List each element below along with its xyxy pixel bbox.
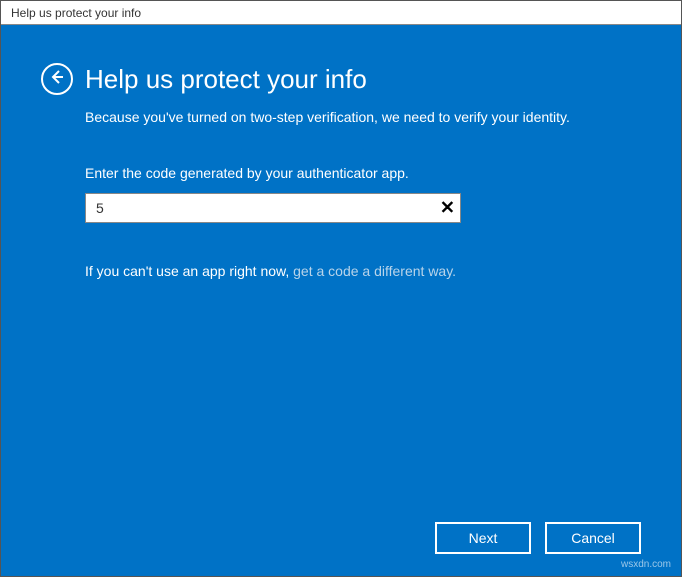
body-area: Because you've turned on two-step verifi… [41,109,641,279]
back-button[interactable] [41,63,73,95]
footer-buttons: Next Cancel [435,522,641,554]
content-area: Help us protect your info Because you've… [1,25,681,576]
subtitle: Because you've turned on two-step verifi… [85,109,641,125]
alt-row: If you can't use an app right now, get a… [85,263,641,279]
alt-link[interactable]: get a code a different way. [293,263,456,279]
page-title: Help us protect your info [85,64,367,95]
clear-icon[interactable]: ✕ [440,198,455,219]
code-input[interactable] [85,193,461,223]
watermark: wsxdn.com [621,559,671,570]
dialog-window: Help us protect your info Help us protec… [0,0,682,577]
titlebar: Help us protect your info [1,1,681,25]
header-row: Help us protect your info [41,63,641,95]
code-label: Enter the code generated by your authent… [85,165,641,181]
alt-prefix: If you can't use an app right now, [85,263,293,279]
window-title: Help us protect your info [11,6,141,20]
cancel-button[interactable]: Cancel [545,522,641,554]
next-button[interactable]: Next [435,522,531,554]
back-arrow-icon [49,69,65,90]
code-input-wrap: ✕ [85,193,461,223]
